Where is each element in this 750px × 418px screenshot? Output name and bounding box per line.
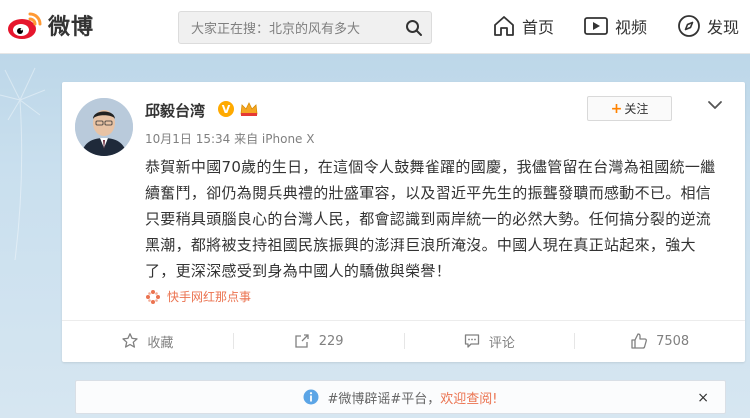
kuaishou-icon [146, 289, 160, 304]
nav-discover-label: 发现 [707, 18, 740, 37]
search-input[interactable]: 大家正在搜：北京的风有多大 [191, 18, 397, 37]
nav-home[interactable]: 首页 [492, 14, 554, 38]
nav-video-label: 视频 [615, 18, 648, 37]
verified-badge-label: V [222, 103, 231, 116]
search-box[interactable]: 大家正在搜：北京的风有多大 [178, 11, 432, 44]
repost-icon [295, 334, 309, 348]
top-navigation-bar: 微博 大家正在搜：北京的风有多大 首页 视频 发现 [0, 0, 750, 54]
notice-text: #微博辟谣#平台， [327, 391, 441, 407]
info-icon [303, 389, 319, 405]
source-label: 快手网红那点事 [167, 290, 252, 304]
crown-icon [239, 101, 259, 121]
avatar[interactable] [75, 98, 133, 156]
star-icon [122, 333, 139, 348]
nav-discover[interactable]: 发现 [677, 14, 739, 38]
chevron-down-icon[interactable] [707, 96, 723, 115]
plus-icon: + [610, 100, 623, 117]
dandelion-decoration [0, 67, 46, 260]
favorite-label: 收藏 [147, 335, 174, 351]
weibo-logo-icon [8, 12, 42, 39]
thumbs-up-icon [631, 333, 648, 349]
comment-icon [464, 334, 480, 348]
video-icon [584, 17, 608, 35]
favorite-button[interactable]: 收藏 [62, 321, 233, 361]
repost-button[interactable]: 229 [232, 321, 404, 361]
verified-badge-icon: V [217, 100, 235, 122]
like-button[interactable]: 7508 [574, 321, 745, 361]
repost-count: 229 [318, 333, 344, 349]
logo-text: 微博 [48, 15, 95, 40]
post-text: 恭賀新中國70歲的生日，在這個令人鼓舞雀躍的國慶，我儘管留在台灣為祖國統一繼續奮… [145, 158, 716, 280]
comment-button[interactable]: 评论 [403, 321, 575, 361]
comment-label: 评论 [488, 335, 515, 351]
notice-link[interactable]: 欢迎查阅! [440, 388, 497, 407]
follow-button-label: 关注 [624, 102, 649, 116]
follow-button[interactable]: + 关注 [587, 96, 672, 121]
nav-video[interactable]: 视频 [583, 14, 647, 38]
rumor-notice-bar: #微博辟谣#平台， 欢迎查阅! × [75, 380, 726, 414]
close-icon[interactable]: × [697, 390, 709, 406]
home-icon [494, 16, 514, 36]
compass-icon [678, 15, 700, 37]
weibo-post-card: 邱毅台湾 V 10月1日 15:34 来自 iPhone X + 关注 恭賀新中… [62, 82, 745, 362]
like-count: 7508 [656, 333, 690, 349]
source-link[interactable]: 快手网红那点事 [145, 288, 251, 305]
username[interactable]: 邱毅台湾 [145, 100, 205, 121]
post-meta: 10月1日 15:34 来自 iPhone X [145, 132, 315, 146]
post-actions-bar: 收藏 229 评论 7508 [62, 321, 745, 361]
search-icon[interactable] [397, 11, 431, 44]
weibo-logo[interactable]: 微博 [6, 8, 94, 42]
nav-home-label: 首页 [522, 18, 555, 37]
